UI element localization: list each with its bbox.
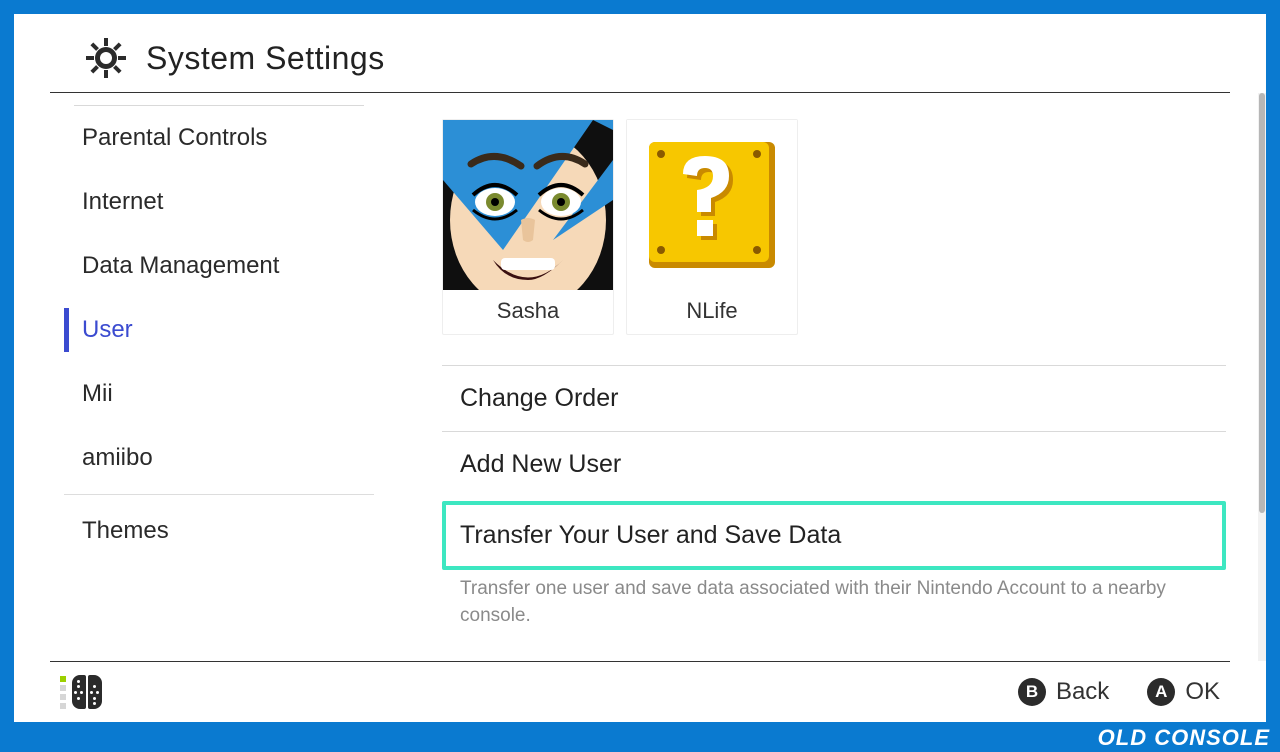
screen: System Settings Parental Controls Intern… [14,14,1266,722]
sidebar-item-parental-controls[interactable]: Parental Controls [64,106,394,170]
scrollbar-thumb[interactable] [1259,93,1265,513]
b-glyph-icon: B [1018,678,1046,706]
sidebar-item-mii[interactable]: Mii [64,362,394,426]
back-button[interactable]: B Back [1018,678,1109,706]
user-name-label: NLife [627,298,797,324]
sidebar-divider [64,494,374,495]
sidebar-item-data-management[interactable]: Data Management [64,234,394,298]
frame: System Settings Parental Controls Intern… [0,0,1280,752]
body: Parental Controls Internet Data Manageme… [14,93,1266,661]
joycon-icon [72,675,102,709]
avatar [627,120,797,290]
page-title: System Settings [146,40,385,77]
ok-label: OK [1185,678,1220,706]
avatar [443,120,613,290]
controller-led-icon [60,676,66,709]
ok-button[interactable]: A OK [1147,678,1220,706]
sidebar-item-amiibo[interactable]: amiibo [64,426,394,490]
user-card-sasha[interactable]: Sasha [442,119,614,335]
option-add-new-user[interactable]: Add New User [442,432,1226,497]
gear-icon [86,38,126,78]
mii-avatar-icon [443,120,613,290]
content: Sasha [394,93,1266,661]
sidebar-item-themes[interactable]: Themes [64,499,394,563]
user-name-label: Sasha [443,298,613,324]
sidebar-item-user[interactable]: User [64,298,394,362]
a-glyph-icon: A [1147,678,1175,706]
sidebar-item-internet[interactable]: Internet [64,170,394,234]
option-transfer-user[interactable]: Transfer Your User and Save Data [442,501,1226,570]
option-transfer-description: Transfer one user and save data associat… [442,574,1226,629]
option-change-order[interactable]: Change Order [442,366,1226,431]
options-list: Change Order Add New User Transfer Your … [442,365,1226,629]
footer: B Back A OK [14,662,1266,722]
caption-label: OLD CONSOLE [1098,725,1270,751]
back-label: Back [1056,678,1109,706]
question-block-icon [627,120,797,290]
header: System Settings [14,14,1266,92]
user-card-nlife[interactable]: NLife [626,119,798,335]
sidebar: Parental Controls Internet Data Manageme… [14,93,394,661]
scrollbar[interactable] [1258,93,1266,661]
users-row: Sasha [442,119,1226,335]
